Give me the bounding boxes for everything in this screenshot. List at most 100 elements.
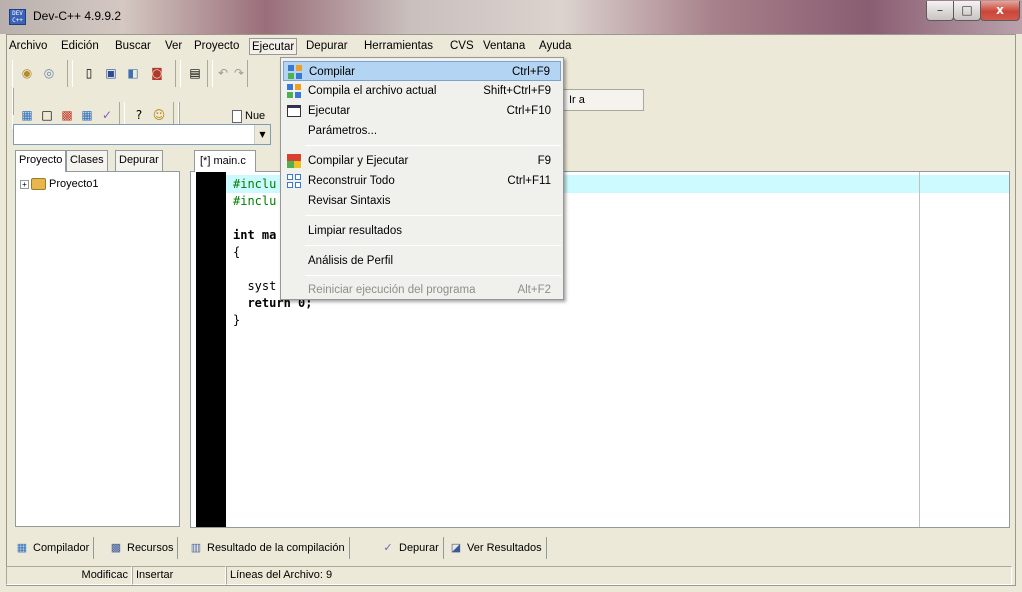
chevron-down-icon[interactable]: ▼ [254,125,270,144]
status-insert: Insertar [132,566,226,585]
toolbar-group-project: ◉ ◎ [12,60,68,87]
menu-item-shortcut: Ctrl+F10 [506,105,551,117]
status-mode: Modificac [6,566,132,585]
menu-item-shortcut: Shift+Ctrl+F9 [483,85,551,97]
help-icon[interactable]: ? [131,107,147,123]
menu-cvs[interactable]: CVS [448,38,476,55]
code-line-5: { [233,245,241,259]
devcpp-app-icon: DEV C++ [9,9,26,25]
status-bar: Modificac Insertar Líneas del Archivo: 9 [6,566,1014,585]
goto-label: Ir a [569,94,585,106]
menu-item-label: Limpiar resultados [308,225,402,237]
menu-ayuda[interactable]: Ayuda [537,38,573,55]
menu-ejecutar[interactable]: Ejecutar [249,38,298,55]
tree-item-label: Proyecto1 [49,178,99,190]
code-line-2: #inclu [233,194,277,208]
menu-item-compilar-ejecutar[interactable]: Compilar y Ejecutar F9 [283,151,561,171]
ejecutar-dropdown-menu: Compilar Ctrl+F9 Compila el archivo actu… [280,57,564,300]
menu-item-parametros[interactable]: Parámetros... [283,121,561,141]
tab-ver-resultados[interactable]: ◪ Ver Resultados [444,537,547,559]
menu-depurar[interactable]: Depurar [304,38,350,55]
menu-item-revisar-sintaxis[interactable]: Revisar Sintaxis [283,191,561,211]
close-file-icon[interactable]: ◙ [149,65,165,81]
menu-herramientas[interactable]: Herramientas [362,38,435,55]
menu-buscar[interactable]: Buscar [113,38,153,55]
tab-clases[interactable]: Clases [66,150,108,171]
tree-item-project[interactable]: + Proyecto1 [20,178,99,191]
tab-depurar-label: Depurar [399,542,439,554]
app-window: DEV C++ Dev-C++ 4.9.9.2 – □ x Archivo Edi… [0,0,1022,592]
nuevo-button[interactable]: Nue [232,106,272,126]
code-line-4: int ma [233,228,277,242]
tab-depurar[interactable]: Depurar [115,150,163,171]
print-icon[interactable]: ▤ [187,65,203,81]
close-project-icon[interactable]: ◎ [41,65,57,81]
run-icon[interactable]: □ [39,107,55,123]
new-file-icon[interactable]: ▯ [81,65,97,81]
compile-file-icon [286,83,302,99]
menu-ver[interactable]: Ver [163,38,184,55]
resources-icon: ▩ [110,542,122,554]
menu-ventana[interactable]: Ventana [481,38,527,55]
menu-item-compila-archivo[interactable]: Compila el archivo actual Shift+Ctrl+F9 [283,81,561,101]
compile-run-icon [286,153,302,169]
tab-resultado[interactable]: ▥ Resultado de la compilación [184,537,350,559]
menu-item-shortcut: Ctrl+F9 [511,66,550,78]
title-bar[interactable]: DEV C++ Dev-C++ 4.9.9.2 – □ x [0,0,1022,34]
compile-icon[interactable]: ▦ [19,107,35,123]
tab-recursos[interactable]: ▩ Recursos [104,537,179,559]
compiler-icon: ▦ [16,542,28,554]
tab-recursos-label: Recursos [127,542,174,554]
new-file-icon [232,109,242,123]
close-button[interactable]: x [980,1,1020,21]
code-line-7: syst [233,279,277,293]
tab-compilador-label: Compilador [33,542,90,554]
run-icon [286,103,302,119]
minimize-button[interactable]: – [926,1,954,21]
bar-chart-icon: ▥ [190,542,202,554]
toolbar-group-file: ▯ ▣ ◧ ◙ [72,60,176,87]
menu-item-reconstruir[interactable]: Reconstruir Todo Ctrl+F11 [283,171,561,191]
editor-tab-main[interactable]: [*] main.c [194,150,256,172]
status-lines: Líneas del Archivo: 9 [226,566,1012,585]
compile-run-icon[interactable]: ▩ [59,107,75,123]
rebuild-icon[interactable]: ▦ [79,107,95,123]
menu-item-label: Compila el archivo actual [308,85,437,97]
menu-item-ejecutar[interactable]: Ejecutar Ctrl+F10 [283,101,561,121]
project-icon[interactable]: ◉ [19,65,35,81]
goto-button[interactable]: Ir a [558,89,644,111]
expand-icon[interactable]: + [20,179,29,189]
menu-item-shortcut: Alt+F2 [517,284,551,296]
nuevo-label: Nue [245,110,266,122]
project-tree: + Proyecto1 [15,171,180,527]
menu-item-shortcut: F9 [537,155,551,167]
debug-check-icon[interactable]: ✓ [99,107,115,123]
menu-item-analisis[interactable]: Análisis de Perfil [283,251,561,271]
menu-proyecto[interactable]: Proyecto [192,38,241,55]
save-all-icon[interactable]: ◧ [125,65,141,81]
compile-icon [287,64,303,80]
code-line-9: } [233,313,241,327]
tab-depurar-bottom[interactable]: ✓ Depurar [376,537,444,559]
menu-item-label: Reconstruir Todo [308,175,395,187]
menu-item-compilar[interactable]: Compilar Ctrl+F9 [283,61,561,81]
class-combo[interactable]: ▼ [13,124,271,145]
view-results-icon: ◪ [450,542,462,554]
menu-item-limpiar[interactable]: Limpiar resultados [283,221,561,241]
project-folder-icon [31,178,46,191]
tab-proyecto[interactable]: Proyecto [15,150,67,172]
menu-edicion[interactable]: Edición [59,38,101,55]
redo-icon[interactable]: ↷ [231,65,247,81]
save-icon[interactable]: ▣ [103,65,119,81]
tab-compilador[interactable]: ▦ Compilador [10,537,95,559]
menu-item-label: Parámetros... [308,125,378,137]
menu-bar: Archivo Edición Buscar Ver Proyecto Ejec… [7,35,1015,57]
bottom-tabs: ▦ Compilador ▩ Recursos ▥ Resultado de la c… [10,537,1000,559]
about-icon[interactable]: ☺ [151,107,167,123]
code-line-1: #inclu [233,177,277,191]
undo-icon[interactable]: ↶ [215,65,231,81]
menu-item-label: Reiniciar ejecución del programa [308,284,476,296]
editor-gutter [196,172,226,527]
menu-archivo[interactable]: Archivo [7,38,49,55]
maximize-button[interactable]: □ [953,1,981,21]
